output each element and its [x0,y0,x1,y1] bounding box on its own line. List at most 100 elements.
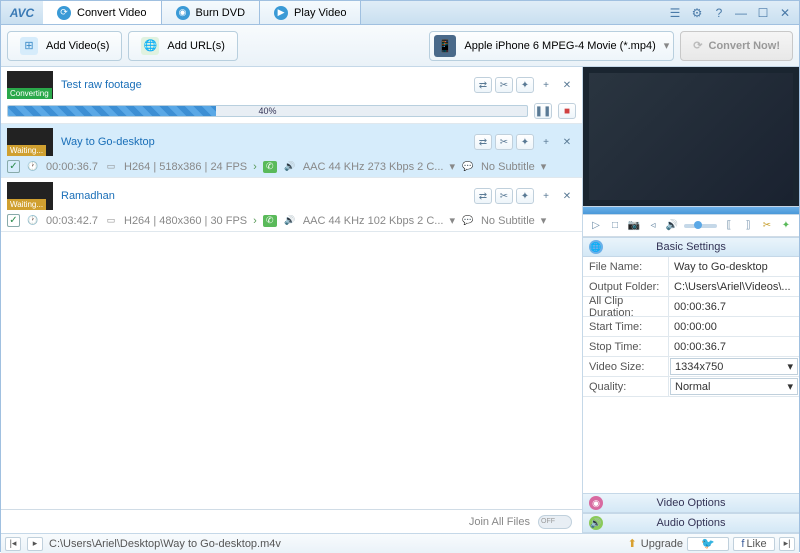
audio-info: AAC 44 KHz 273 Kbps 2 C... [303,161,444,173]
remove-icon[interactable]: ✕ [558,134,576,150]
list-item[interactable]: Converting Test raw footage ⇄ ✂ ✦ + ✕ 40… [1,67,582,124]
stop-time-field[interactable]: 00:00:36.7 [669,337,799,356]
wand-icon[interactable]: ✦ [516,188,534,204]
tab-convert-video[interactable]: ⟳ Convert Video [43,1,162,24]
twitter-button[interactable]: 🐦 [687,537,729,551]
wand-icon[interactable]: ✦ [516,134,534,150]
join-files-toggle[interactable]: OFF [538,515,572,529]
maximize-icon[interactable]: ☐ [755,5,771,21]
cut-icon[interactable]: ✂ [495,188,513,204]
close-icon[interactable]: ✕ [777,5,793,21]
thumbnail: Waiting... [7,182,53,210]
add-urls-button[interactable]: 🌐 Add URL(s) [128,31,237,61]
chevron-right-icon[interactable]: › [253,215,257,227]
stop-icon[interactable]: □ [608,219,622,233]
gear-icon[interactable]: ⚙ [689,5,705,21]
checkbox[interactable]: ✓ [7,214,20,227]
clock-icon: 🕐 [26,161,40,173]
menu-icon[interactable]: ☰ [667,5,683,21]
add-videos-button[interactable]: ⊞ Add Video(s) [7,31,122,61]
chevron-right-icon[interactable]: › [253,161,257,173]
chevron-down-icon[interactable]: ▾ [541,214,547,227]
chevron-left-icon[interactable]: ◃ [646,219,660,233]
output-profile-selector[interactable]: 📱 Apple iPhone 6 MPEG-4 Movie (*.mp4) ▾ [429,31,674,61]
subtitle-icon[interactable]: 💬 [461,161,475,173]
chevron-down-icon: ▾ [787,360,793,373]
prev-icon[interactable]: |◂ [5,537,21,551]
snapshot-icon[interactable]: 📷 [627,219,641,233]
video-size-label: Video Size: [583,357,669,376]
plus-icon[interactable]: + [537,188,555,204]
audio-options-header[interactable]: 🔊 Audio Options [583,513,799,533]
stop-icon[interactable]: ■ [558,103,576,119]
pause-icon[interactable]: ❚❚ [534,103,552,119]
play-icon[interactable]: ▷ [589,219,603,233]
audio-icon: 🔊 [589,516,603,530]
bracket-close-icon[interactable]: ⟧ [741,219,755,233]
remove-icon[interactable]: ✕ [558,188,576,204]
output-folder-field[interactable]: C:\Users\Ariel\Videos\... [669,277,799,296]
play-icon[interactable]: ▸ [27,537,43,551]
next-icon[interactable]: ▸| [779,537,795,551]
swap-icon[interactable]: ⇄ [474,188,492,204]
video-preview[interactable] [583,67,799,207]
preview-seekbar[interactable] [583,207,799,215]
section-title: Audio Options [656,517,725,529]
tab-label: Convert Video [77,7,147,19]
convert-now-button[interactable]: ⟳ Convert Now! [680,31,793,61]
cut-icon[interactable]: ✂ [495,134,513,150]
wand-icon[interactable]: ✦ [516,77,534,93]
video-size-dropdown[interactable]: 1334x750▾ [670,358,798,375]
swap-icon[interactable]: ⇄ [474,134,492,150]
item-title[interactable]: Ramadhan [61,190,115,202]
cut-icon[interactable]: ✂ [495,77,513,93]
chevron-down-icon[interactable]: ▾ [449,214,455,227]
filename-label: File Name: [583,257,669,276]
quality-dropdown[interactable]: Normal▾ [670,378,798,395]
video-options-header[interactable]: ◉ Video Options [583,493,799,513]
file-list: Converting Test raw footage ⇄ ✂ ✦ + ✕ 40… [1,67,582,509]
thumbnail: Waiting... [7,128,53,156]
facebook-like-button[interactable]: fLike [733,537,775,551]
list-item[interactable]: Waiting... Way to Go-desktop ⇄ ✂ ✦ + ✕ ✓… [1,124,582,178]
upgrade-link[interactable]: Upgrade [641,538,683,550]
volume-icon[interactable]: 🔊 [665,219,679,233]
subtitle-info: No Subtitle [481,161,535,173]
bracket-open-icon[interactable]: ⟦ [722,219,736,233]
scissors-icon[interactable]: ✂ [760,219,774,233]
minimize-icon[interactable]: — [733,5,749,21]
item-title[interactable]: Test raw footage [61,79,142,91]
subtitle-icon[interactable]: 💬 [461,215,475,227]
preview-controls: ▷ □ 📷 ◃ 🔊 ⟦ ⟧ ✂ ✦ [583,215,799,237]
thumbnail: Converting [7,71,53,99]
help-icon[interactable]: ? [711,5,727,21]
speaker-icon[interactable]: 🔊 [283,215,297,227]
swap-icon[interactable]: ⇄ [474,77,492,93]
remove-icon[interactable]: ✕ [558,77,576,93]
filename-field[interactable]: Way to Go-desktop [669,257,799,276]
right-pane: ▷ □ 📷 ◃ 🔊 ⟦ ⟧ ✂ ✦ 🌐 Basic Settings File … [583,67,799,533]
checkbox[interactable]: ✓ [7,160,20,173]
speaker-icon[interactable]: 🔊 [283,161,297,173]
volume-slider[interactable] [684,224,717,228]
basic-settings-header[interactable]: 🌐 Basic Settings [583,237,799,257]
tab-play-video[interactable]: ▶ Play Video [260,1,361,24]
tab-label: Play Video [294,7,346,19]
chevron-down-icon[interactable]: ▾ [541,160,547,173]
item-title[interactable]: Way to Go-desktop [61,136,155,148]
section-title: Basic Settings [656,241,726,253]
upgrade-icon[interactable]: ⬆ [628,537,637,550]
tab-burn-dvd[interactable]: ◉ Burn DVD [162,1,261,24]
chevron-down-icon[interactable]: ▾ [449,160,455,173]
plus-icon[interactable]: + [537,134,555,150]
plus-icon[interactable]: + [537,77,555,93]
duration: 00:00:36.7 [46,161,98,173]
crop-icon[interactable]: ✦ [779,219,793,233]
section-title: Video Options [657,497,726,509]
facebook-icon: f [741,538,744,550]
stop-time-label: Stop Time: [583,337,669,356]
video-icon: ◉ [589,496,603,510]
list-item[interactable]: Waiting... Ramadhan ⇄ ✂ ✦ + ✕ ✓ 🕐 00:03:… [1,178,582,232]
subtitle-info: No Subtitle [481,215,535,227]
start-time-field[interactable]: 00:00:00 [669,317,799,336]
